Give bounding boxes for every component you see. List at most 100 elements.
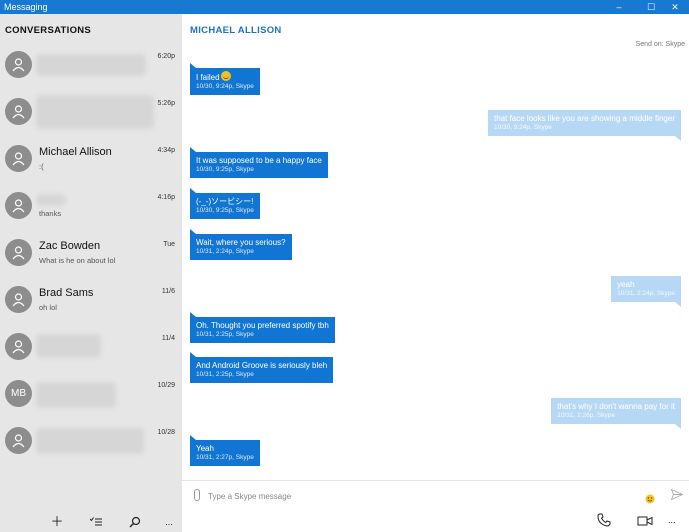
video-icon[interactable] <box>637 513 655 529</box>
avatar <box>5 239 32 266</box>
conversation-item[interactable]: 6:20p <box>0 42 182 89</box>
message-bubble-outgoing: that face looks like you are showing a m… <box>488 110 681 141</box>
conversation-name: Brad Sams <box>39 287 94 299</box>
emoji-icon[interactable] <box>645 491 655 509</box>
message-bubble-incoming: And Android Groove is seriously bleh 10/… <box>190 352 334 383</box>
person-icon <box>12 152 25 166</box>
redacted-name <box>36 382 116 408</box>
conversation-time: 4:34p <box>157 147 175 154</box>
conversation-item[interactable]: 11/4 <box>0 324 182 371</box>
attachment-icon[interactable] <box>194 489 200 501</box>
conversation-time: 5:26p <box>157 100 175 107</box>
send-on-selector[interactable]: Send on: Skype <box>636 41 685 48</box>
message-meta: 10/31, 2:25p, Skype <box>196 371 254 378</box>
search-icon[interactable] <box>125 512 145 532</box>
conversation-item[interactable]: thanks 4:16p <box>0 183 182 230</box>
message-text: (-_-)ソービシー! <box>196 197 254 206</box>
select-list-icon[interactable] <box>86 512 106 532</box>
person-icon <box>12 340 25 354</box>
more-icon[interactable]: ... <box>668 513 686 529</box>
message-meta: 10/31, 2:24p, Skype <box>617 290 675 297</box>
person-icon <box>12 434 25 448</box>
conversation-item-zac-bowden[interactable]: Zac Bowden What is he on about lol Tue <box>0 230 182 277</box>
conversation-time: 11/6 <box>161 288 175 295</box>
message-bubble-outgoing: that's why I don't wanna pay for it 10/3… <box>551 398 681 429</box>
message-text: It was supposed to be a happy face <box>196 156 322 165</box>
conversation-item[interactable]: 5:26p <box>0 89 182 136</box>
contact-name: MICHAEL ALLISON <box>190 25 282 36</box>
redacted-name <box>36 95 154 129</box>
minimize-button[interactable]: – <box>605 0 633 14</box>
avatar <box>5 98 32 125</box>
call-toolbar: ... <box>182 510 689 532</box>
avatar <box>5 51 32 78</box>
message-meta: 10/31, 2:27p, Skype <box>196 454 254 461</box>
message-bubble-incoming: Wait, where you serious? 10/31, 2:24p, S… <box>190 229 292 260</box>
redacted-name <box>36 54 146 76</box>
avatar-initials: MB <box>11 388 26 399</box>
message-bubble-incoming: I failed 10/30, 9:24p, Skype <box>190 63 260 95</box>
smiley-emoji-icon <box>220 71 231 81</box>
send-icon[interactable] <box>670 488 684 503</box>
message-meta: 10/30, 9:24p, Skype <box>494 124 552 131</box>
plus-icon[interactable]: ＋ <box>47 512 67 532</box>
message-meta: 10/31, 2:26p, Skype <box>557 412 616 419</box>
avatar <box>5 286 32 313</box>
message-bubble-incoming: (-_-)ソービシー! 10/30, 9:25p, Skype <box>190 188 260 219</box>
message-bubble-outgoing: yeah 10/31, 2:24p, Skype <box>611 276 681 307</box>
conversation-name: Michael Allison <box>39 146 112 158</box>
conversation-item-michael-allison[interactable]: Michael Allison :( 4:34p <box>0 136 182 183</box>
conversation-sidebar: CONVERSATIONS 6:20p 5:26p Michael Alliso… <box>0 14 182 532</box>
redacted-name <box>36 194 66 206</box>
avatar <box>5 427 32 454</box>
sidebar-toolbar: ＋ ... <box>0 512 182 532</box>
person-icon <box>12 246 25 260</box>
conversation-time: Tue <box>163 241 175 248</box>
avatar: MB <box>5 380 32 407</box>
message-meta: 10/30, 9:25p, Skype <box>196 166 254 173</box>
conversation-preview: oh lol <box>39 303 57 312</box>
message-meta: 10/31, 2:24p, Skype <box>196 248 254 255</box>
conversation-preview: thanks <box>39 209 62 218</box>
message-text: And Android Groove is seriously bleh <box>196 361 328 370</box>
conversation-time: 6:20p <box>157 53 175 60</box>
conversation-item[interactable]: MB 10/29 <box>0 371 182 418</box>
message-meta: 10/30, 9:25p, Skype <box>196 207 254 214</box>
avatar <box>5 145 32 172</box>
conversation-time: 11/4 <box>161 335 175 342</box>
message-text: Yeah <box>196 444 214 453</box>
message-composer <box>182 480 689 510</box>
more-icon[interactable]: ... <box>159 512 179 532</box>
title-bar: Messaging – ☐ ✕ <box>0 0 689 14</box>
message-input[interactable] <box>208 488 608 504</box>
window-title: Messaging <box>4 2 48 12</box>
message-bubble-incoming: Yeah 10/31, 2:27p, Skype <box>190 435 260 466</box>
message-text: that's why I don't wanna pay for it <box>557 402 675 411</box>
redacted-name <box>36 334 101 358</box>
message-text: Wait, where you serious? <box>196 238 286 247</box>
message-meta: 10/31, 2:25p, Skype <box>196 331 254 338</box>
person-icon <box>12 105 25 119</box>
conversations-header: CONVERSATIONS <box>5 25 92 36</box>
message-text: that face looks like you are showing a m… <box>494 114 675 123</box>
message-bubble-incoming: Oh. Thought you preferred spotify tbh 10… <box>190 312 335 343</box>
phone-icon[interactable] <box>597 513 615 529</box>
person-icon <box>12 293 25 307</box>
conversation-time: 10/29 <box>157 382 175 389</box>
message-text: yeah <box>617 280 635 289</box>
conversation-preview: :( <box>39 162 44 171</box>
avatar <box>5 333 32 360</box>
conversation-item[interactable]: 10/28 <box>0 418 182 465</box>
avatar <box>5 192 32 219</box>
message-bubble-incoming: It was supposed to be a happy face 10/30… <box>190 147 328 178</box>
close-button[interactable]: ✕ <box>661 0 689 14</box>
person-icon <box>12 199 25 213</box>
conversation-item-brad-sams[interactable]: Brad Sams oh lol 11/6 <box>0 277 182 324</box>
message-text: Oh. Thought you preferred spotify tbh <box>196 321 329 330</box>
person-icon <box>12 58 25 72</box>
conversation-preview: What is he on about lol <box>39 256 116 265</box>
redacted-name <box>36 428 144 454</box>
conversation-name: Zac Bowden <box>39 240 101 252</box>
message-text: I failed <box>196 73 220 82</box>
chat-pane: MICHAEL ALLISON Send on: Skype I failed … <box>182 14 689 532</box>
